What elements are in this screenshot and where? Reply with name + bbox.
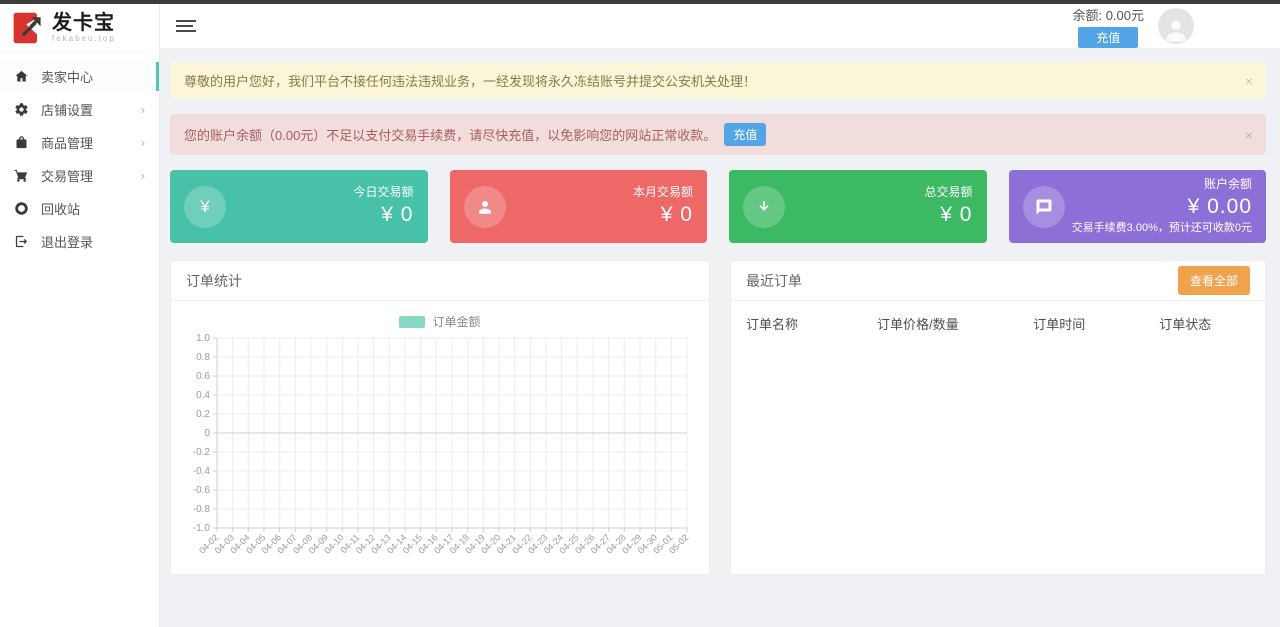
sidebar-item-label: 商品管理 <box>41 136 94 151</box>
comment-icon <box>1036 199 1051 214</box>
avatar[interactable] <box>1158 8 1194 44</box>
order-column-header: 订单价格/数量 <box>877 317 959 332</box>
stat-card: 本月交易额 ¥ 0 <box>449 170 707 243</box>
gear-icon <box>15 103 28 116</box>
balance-text: 余额: 0.00元 <box>1072 7 1144 23</box>
balance-block: 余额: 0.00元 充值 <box>1072 5 1144 48</box>
balance-alert-text: 您的账户余额（0.00元）不足以支付交易手续费，请尽快充值，以免影响您的网站正常… <box>184 128 717 143</box>
stat-card-value: ¥ 0 <box>381 202 414 226</box>
order-stats-chart-body: 订单金额 1.0 0.8 0.6 0.4 0.2 0 -0.2 -0.4 -0.6 -0.8 -1.… <box>171 301 709 574</box>
stat-card-label: 今日交易额 <box>353 184 414 199</box>
stat-card-info: 总交易额 ¥ 0 <box>924 185 972 228</box>
main-area: 余额: 0.00元 充值 尊敬的用户您好，我们平台不接任何违法违规业务，一经发现… <box>160 4 1280 627</box>
alert-recharge-button[interactable]: 充值 <box>724 123 767 146</box>
stat-card: 总交易额 ¥ 0 <box>729 170 987 243</box>
stat-card-icon-circle: ¥ <box>184 185 226 228</box>
user-icon <box>478 200 491 214</box>
sidebar-menu: 卖家中心店铺设置 › 商品管理 › 交易管理 › 回收站退出登录 <box>0 52 159 258</box>
order-stats-chart: 1.00.80.60.40.20-0.2-0.4-0.6-0.8-1.004-0… <box>193 333 691 556</box>
stat-card-label: 账户余额 <box>1203 177 1252 191</box>
svg-text:0.8: 0.8 <box>196 352 210 363</box>
recharge-button[interactable]: 充值 <box>1078 26 1139 48</box>
legend-label: 订单金额 <box>432 315 481 329</box>
svg-text:-0.4: -0.4 <box>193 466 211 477</box>
stat-card-icon-circle <box>463 185 506 228</box>
order-stats-title: 订单统计 <box>186 272 242 289</box>
order-column-header: 订单名称 <box>746 317 799 332</box>
sidebar-item-label: 退出登录 <box>41 235 94 250</box>
order-stats-panel-header: 订单统计 <box>171 261 709 301</box>
bag-icon <box>16 136 27 149</box>
sidebar-item[interactable]: 交易管理 › <box>0 159 159 192</box>
order-column-header: 订单时间 <box>1033 317 1086 332</box>
stat-card-info: 账户余额 ¥ 0.00 交易手续费3.00%，预计还可收款0元 <box>1072 177 1252 236</box>
chevron-right-icon: › <box>140 168 145 183</box>
user-icon <box>1166 20 1186 42</box>
svg-text:0.2: 0.2 <box>196 409 210 420</box>
stat-card-icon-circle <box>743 185 785 228</box>
orders-table-header: 订单名称 订单价格/数量 订单时间 订单状态 <box>731 301 1265 346</box>
order-column-header: 订单状态 <box>1159 317 1212 332</box>
sidebar-item-label: 回收站 <box>41 202 81 217</box>
stat-card-label: 总交易额 <box>924 184 973 199</box>
svg-text:-1.0: -1.0 <box>193 523 211 534</box>
recent-orders-panel-header: 最近订单 查看全部 <box>731 261 1265 301</box>
stat-card-label: 本月交易额 <box>632 184 693 199</box>
stat-card: 账户余额 ¥ 0.00 交易手续费3.00%，预计还可收款0元 <box>1008 170 1266 243</box>
brand-title: 发卡宝 <box>52 11 115 34</box>
stat-card-note: 交易手续费3.00%，预计还可收款0元 <box>1071 222 1252 235</box>
logout-icon <box>15 235 28 248</box>
order-stats-panel: 订单统计 订单金额 1.0 0.8 0.6 0.4 0.2 0 -0.2 -0.4 -0.6 -0… <box>170 260 710 575</box>
close-icon[interactable]: × <box>1245 128 1253 142</box>
recent-orders-title: 最近订单 <box>746 272 802 289</box>
view-all-button[interactable]: 查看全部 <box>1177 266 1250 295</box>
yen-icon: ¥ <box>200 196 210 216</box>
warning-banner-text: 尊敬的用户您好，我们平台不接任何违法违规业务，一经发现将永久冻结账号并提交公安机… <box>184 74 757 89</box>
stat-cards-row: ¥ 今日交易额 ¥ 0 本月交易额 ¥ 0 总交易额 ¥ 0 账户余额 ¥ 0.00 交易手续费3… <box>170 170 1266 243</box>
sidebar: 发卡宝 fekabeo.top 卖家中心店铺设置 › 商品管理 › 交易管理 › 回收站退出… <box>0 4 160 627</box>
svg-text:-0.2: -0.2 <box>193 447 211 458</box>
stat-card-icon-circle <box>1022 185 1065 228</box>
close-icon[interactable]: × <box>1245 74 1253 88</box>
svg-text:-0.8: -0.8 <box>193 504 211 515</box>
cart-icon <box>14 169 28 182</box>
recycle-icon <box>15 202 28 215</box>
logo[interactable]: 发卡宝 fekabeo.top <box>0 4 159 52</box>
legend-swatch <box>399 315 426 328</box>
svg-text:1.0: 1.0 <box>196 333 210 344</box>
chevron-right-icon: › <box>140 102 145 117</box>
home-icon <box>15 70 28 82</box>
stat-card-value: ¥ 0 <box>940 202 973 226</box>
sidebar-item[interactable]: 商品管理 › <box>0 126 159 159</box>
sidebar-item-label: 店铺设置 <box>41 103 94 118</box>
stat-card-info: 本月交易额 ¥ 0 <box>633 185 693 228</box>
sidebar-item[interactable]: 退出登录 <box>0 225 159 258</box>
recent-orders-panel: 最近订单 查看全部 订单名称 订单价格/数量 订单时间 订单状态 <box>730 260 1266 575</box>
brand-subtitle: fekabeo.top <box>52 33 116 43</box>
stat-card: ¥ 今日交易额 ¥ 0 <box>170 170 428 243</box>
svg-text:0.4: 0.4 <box>196 390 210 401</box>
chart-legend[interactable]: 订单金额 <box>181 313 699 330</box>
sidebar-item[interactable]: 店铺设置 › <box>0 93 159 126</box>
panels-row: 订单统计 订单金额 1.0 0.8 0.6 0.4 0.2 0 -0.2 -0.4 -0.6 -0… <box>170 260 1266 575</box>
content: 尊敬的用户您好，我们平台不接任何违法违规业务，一经发现将永久冻结账号并提交公安机… <box>160 49 1280 627</box>
chevron-right-icon: › <box>140 135 145 150</box>
top-header: 余额: 0.00元 充值 <box>160 4 1280 49</box>
sidebar-item[interactable]: 回收站 <box>0 192 159 225</box>
sidebar-item-label: 交易管理 <box>41 169 94 184</box>
hamburger-menu-icon[interactable] <box>176 17 196 35</box>
svg-text:0.6: 0.6 <box>196 371 210 382</box>
svg-text:0: 0 <box>204 428 210 439</box>
stat-card-value: ¥ 0.00 <box>1187 195 1252 218</box>
stat-card-value: ¥ 0 <box>660 202 693 226</box>
brand-logo-icon <box>13 12 41 43</box>
balance-alert-banner: 您的账户余额（0.00元）不足以支付交易手续费，请尽快充值，以免影响您的网站正常… <box>170 114 1266 155</box>
sidebar-item-label: 卖家中心 <box>41 70 94 85</box>
warning-banner: 尊敬的用户您好，我们平台不接任何违法违规业务，一经发现将永久冻结账号并提交公安机… <box>170 62 1266 99</box>
svg-text:-0.6: -0.6 <box>193 485 211 496</box>
arrow-down-icon <box>759 200 769 211</box>
app-container: 发卡宝 fekabeo.top 卖家中心店铺设置 › 商品管理 › 交易管理 › 回收站退出… <box>0 4 1280 627</box>
stat-card-info: 今日交易额 ¥ 0 <box>353 185 413 228</box>
sidebar-item[interactable]: 卖家中心 <box>0 60 159 93</box>
